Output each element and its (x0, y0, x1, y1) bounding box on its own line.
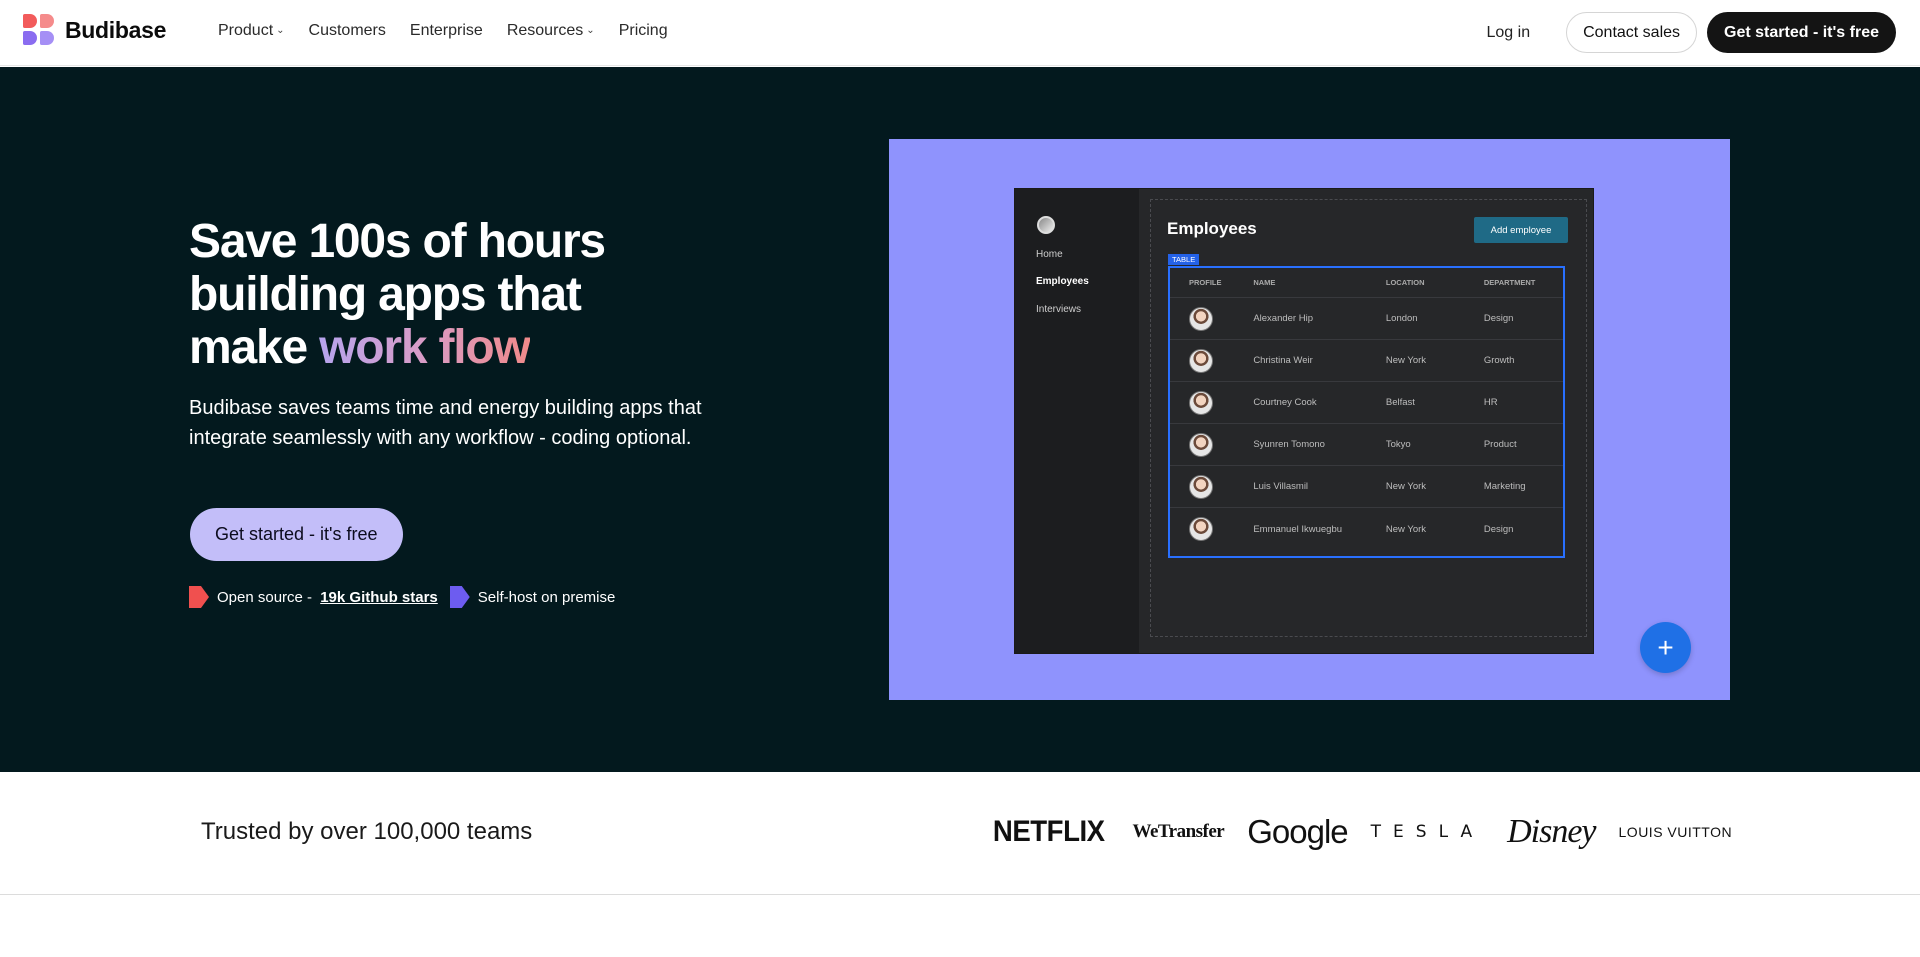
brand-name: Budibase (65, 16, 167, 43)
trusted-by-section: Trusted by over 100,000 teams NETFLIX We… (0, 772, 1920, 895)
budibase-logo[interactable]: Budibase (23, 14, 166, 46)
column-header-location[interactable]: LOCATION (1386, 278, 1484, 287)
table-row[interactable]: Luis Villasmil New York Marketing (1170, 466, 1563, 508)
app-logo-icon (1037, 216, 1055, 234)
table-row[interactable]: Christina Weir New York Growth (1170, 340, 1563, 382)
cell-location: New York (1385, 523, 1427, 535)
hero-subtitle: Budibase saves teams time and energy bui… (189, 397, 702, 449)
budibase-logo-icon (23, 14, 55, 46)
nav-resources-label: Resources (506, 22, 584, 39)
cell-name: Emmanuel Ikwuegbu (1253, 523, 1343, 535)
cell-department: HR (1483, 397, 1498, 408)
cell-location: London (1385, 313, 1418, 324)
top-navigation: Budibase Product ⌄ Customers Enterprise … (0, 0, 1920, 66)
trusted-by-text: Trusted by over 100,000 teams (201, 818, 533, 845)
self-host-icon (449, 586, 470, 608)
nav-customers-label: Customers (308, 22, 386, 39)
table-row[interactable]: Syunren Tomono Tokyo Product (1170, 424, 1563, 466)
hero-badges: Open source - 19k Github stars Self-host… (189, 586, 615, 608)
plus-icon: + (1657, 631, 1674, 663)
nav-enterprise[interactable]: Enterprise (410, 22, 483, 40)
open-source-icon (189, 586, 209, 608)
avatar (1189, 432, 1213, 457)
avatar (1189, 517, 1213, 541)
cell-department: Growth (1483, 355, 1515, 366)
add-employee-button[interactable]: Add employee (1474, 217, 1568, 243)
wetransfer-logo: WeTransfer (1132, 821, 1225, 842)
cell-name: Alexander Hip (1253, 313, 1313, 324)
github-stars-link[interactable]: 19k Github stars (320, 589, 438, 606)
chevron-down-icon: ⌄ (276, 24, 285, 36)
cell-location: Belfast (1385, 397, 1415, 408)
cell-department: Marketing (1483, 481, 1526, 492)
cell-location: Tokyo (1385, 439, 1411, 450)
avatar (1189, 474, 1213, 499)
nav-product[interactable]: Product ⌄ (218, 22, 285, 40)
nav-customers[interactable]: Customers (309, 22, 386, 40)
hero-title-line-3: make (189, 321, 320, 374)
cell-location: New York (1385, 481, 1427, 492)
app-preview: Home Employees Interviews Employees Add … (889, 139, 1730, 700)
contact-sales-button[interactable]: Contact sales (1566, 12, 1698, 53)
cell-name: Syunren Tomono (1253, 439, 1325, 450)
employees-table: PROFILE NAME LOCATION DEPARTMENT Alexand… (1168, 266, 1565, 558)
hero-title-line-2: building apps that (189, 268, 582, 321)
app-nav-interviews[interactable]: Interviews (1036, 304, 1081, 315)
cell-department: Product (1483, 439, 1517, 450)
nav-actions: Log in Contact sales Get started - it's … (1487, 12, 1896, 53)
table-row[interactable]: Emmanuel Ikwuegbu New York Design (1170, 508, 1563, 550)
table-row[interactable]: Alexander Hip London Design (1170, 298, 1563, 340)
netflix-logo: NETFLIX (992, 815, 1105, 848)
google-logo: Google (1247, 813, 1348, 850)
chevron-down-icon: ⌄ (586, 24, 595, 36)
customer-logos: NETFLIX WeTransfer Google TESLA Disney L… (988, 812, 1732, 852)
cell-department: Design (1483, 313, 1514, 324)
tesla-logo: TESLA (1370, 822, 1485, 842)
table-row[interactable]: Courtney Cook Belfast HR (1170, 382, 1563, 424)
avatar (1189, 306, 1213, 331)
nav-product-label: Product (218, 22, 274, 39)
nav-enterprise-label: Enterprise (409, 22, 483, 39)
nav-pricing-label: Pricing (618, 22, 668, 39)
table-tag: TABLE (1168, 254, 1200, 265)
get-started-hero-button[interactable]: Get started - it's free (190, 508, 403, 561)
get-started-nav-button[interactable]: Get started - it's free (1707, 12, 1896, 53)
column-header-department[interactable]: DEPARTMENT (1484, 278, 1563, 287)
table-header: PROFILE NAME LOCATION DEPARTMENT (1170, 268, 1563, 298)
avatar (1189, 348, 1213, 373)
app-nav-employees[interactable]: Employees (1036, 276, 1089, 287)
hero-title-line-1: Save 100s of hours (189, 215, 606, 268)
add-fab-button[interactable]: + (1640, 622, 1691, 673)
hero-title: Save 100s of hours building apps that ma… (189, 215, 749, 374)
column-header-name[interactable]: NAME (1253, 278, 1386, 287)
cell-name: Courtney Cook (1253, 397, 1317, 408)
app-nav-home[interactable]: Home (1036, 249, 1063, 260)
cell-name: Luis Villasmil (1253, 481, 1309, 492)
login-link[interactable]: Log in (1487, 24, 1531, 42)
avatar (1189, 390, 1213, 415)
nav-pricing[interactable]: Pricing (619, 22, 668, 40)
app-page-title: Employees (1167, 219, 1257, 238)
cell-name: Christina Weir (1253, 355, 1313, 366)
hero-title-highlight: work flow (319, 321, 531, 374)
disney-logo: Disney (1507, 813, 1596, 850)
nav-resources[interactable]: Resources ⌄ (507, 22, 595, 40)
self-host-label: Self-host on premise (477, 588, 616, 606)
open-source-label: Open source - (217, 588, 317, 606)
cell-location: New York (1385, 355, 1427, 366)
hero-section: Save 100s of hours building apps that ma… (0, 67, 1920, 772)
column-header-profile[interactable]: PROFILE (1170, 278, 1253, 287)
louis-vuitton-logo: LOUIS VUITTON (1618, 824, 1733, 840)
cell-department: Design (1483, 523, 1514, 535)
app-sidebar: Home Employees Interviews (1015, 189, 1139, 653)
app-window: Home Employees Interviews Employees Add … (1014, 188, 1594, 654)
primary-nav: Product ⌄ Customers Enterprise Resources… (218, 22, 668, 40)
